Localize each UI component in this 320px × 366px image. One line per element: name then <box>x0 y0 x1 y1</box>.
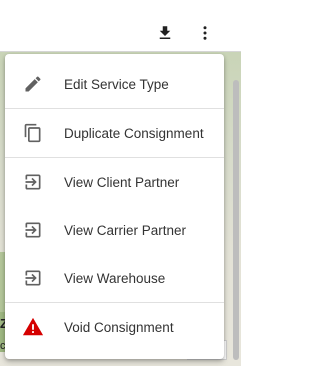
enter-icon <box>21 266 45 290</box>
menu-item-edit-service-type[interactable]: Edit Service Type <box>5 60 224 108</box>
menu-item-view-client-partner[interactable]: View Client Partner <box>5 158 224 206</box>
menu-item-label: Edit Service Type <box>64 76 169 92</box>
copy-icon <box>21 121 45 145</box>
menu-item-label: Duplicate Consignment <box>64 125 204 141</box>
download-icon <box>159 26 171 39</box>
menu-item-view-warehouse[interactable]: View Warehouse <box>5 254 224 302</box>
pencil-icon <box>21 72 45 96</box>
warning-icon <box>21 315 45 339</box>
menu-item-view-carrier-partner[interactable]: View Carrier Partner <box>5 206 224 254</box>
more-options-button[interactable] <box>194 22 216 44</box>
more-vert-icon <box>203 26 207 40</box>
menu-item-label: View Client Partner <box>64 174 180 190</box>
enter-icon <box>21 170 45 194</box>
download-button[interactable] <box>154 22 176 44</box>
menu-item-label: View Warehouse <box>64 270 166 286</box>
menu-item-label: View Carrier Partner <box>64 222 187 238</box>
scrollbar[interactable] <box>233 80 239 360</box>
enter-icon <box>21 218 45 242</box>
consignment-actions-menu: Edit Service Type Duplicate Consignment … <box>5 54 224 359</box>
menu-item-duplicate-consignment[interactable]: Duplicate Consignment <box>5 109 224 157</box>
menu-item-label: Void Consignment <box>64 319 174 335</box>
menu-item-void-consignment[interactable]: Void Consignment <box>5 303 224 351</box>
